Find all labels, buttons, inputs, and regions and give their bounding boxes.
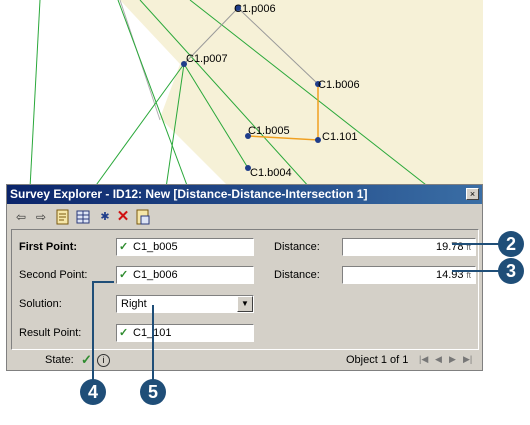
callout-4: 4 bbox=[80, 379, 106, 405]
solution-dropdown[interactable]: Right ▼ bbox=[116, 295, 254, 313]
point-101-label: C1.101 bbox=[322, 131, 357, 143]
point-b006-label: C1.b006 bbox=[318, 79, 360, 91]
close-button[interactable]: × bbox=[466, 188, 479, 200]
dialog-titlebar[interactable]: Survey Explorer - ID12: New [Distance-Di… bbox=[7, 185, 482, 204]
callout-3-leader bbox=[452, 270, 502, 272]
previous-record-icon[interactable]: ◀ bbox=[435, 354, 442, 365]
first-point-field[interactable]: ✓ C1_b005 bbox=[116, 238, 254, 256]
dialog-title: Survey Explorer - ID12: New [Distance-Di… bbox=[10, 187, 368, 201]
distance2-unit: ft bbox=[466, 271, 471, 280]
first-point-label: First Point: bbox=[19, 241, 78, 253]
survey-explorer-dialog: Survey Explorer - ID12: New [Distance-Di… bbox=[6, 184, 483, 371]
check-icon: ✓ bbox=[119, 327, 129, 339]
distance1-label: Distance: bbox=[274, 241, 320, 253]
second-point-value: C1_b006 bbox=[133, 269, 178, 281]
check-icon: ✓ bbox=[119, 269, 129, 281]
delete-icon[interactable]: ✕ bbox=[115, 209, 131, 225]
properties-icon[interactable] bbox=[135, 209, 151, 225]
distance1-field[interactable]: 19.78 ft bbox=[342, 238, 476, 256]
object-counter: Object 1 of 1 bbox=[346, 354, 409, 366]
new-point-icon[interactable]: ✱ bbox=[97, 209, 113, 225]
distance2-label: Distance: bbox=[274, 269, 320, 281]
second-point-field[interactable]: ✓ C1_b006 bbox=[116, 266, 254, 284]
point-p007-label: C1.p007 bbox=[186, 53, 228, 65]
status-bar: State: ✓ i Object 1 of 1 |◀ ◀ ▶ ▶| bbox=[11, 352, 479, 369]
edit-document-icon[interactable] bbox=[55, 209, 71, 225]
solution-label: Solution: bbox=[19, 298, 62, 310]
point-p006-label: C1.p006 bbox=[234, 3, 276, 15]
info-icon[interactable]: i bbox=[97, 354, 110, 367]
point-101-marker[interactable] bbox=[315, 137, 321, 143]
first-point-value: C1_b005 bbox=[133, 241, 178, 253]
callout-4-leader bbox=[92, 281, 94, 381]
check-icon: ✓ bbox=[119, 241, 129, 253]
solution-value: Right bbox=[121, 298, 147, 310]
callout-2-leader bbox=[452, 243, 502, 245]
second-point-label: Second Point: bbox=[19, 269, 88, 281]
state-label: State: bbox=[45, 354, 74, 366]
first-record-icon[interactable]: |◀ bbox=[419, 354, 428, 365]
point-b005-label: C1.b005 bbox=[248, 125, 290, 137]
forward-arrow-icon[interactable]: ⇨ bbox=[33, 209, 49, 225]
dropdown-arrow-icon[interactable]: ▼ bbox=[237, 296, 253, 312]
distance2-field[interactable]: 14.93 ft bbox=[342, 266, 476, 284]
state-check-icon: ✓ bbox=[81, 352, 92, 367]
callout-5: 5 bbox=[140, 379, 166, 405]
next-record-icon[interactable]: ▶ bbox=[449, 354, 456, 365]
toolbar: ⇦ ⇨ ✱ ✕ bbox=[9, 206, 480, 228]
back-arrow-icon[interactable]: ⇦ bbox=[13, 209, 29, 225]
parameters-panel: First Point: ✓ C1_b005 Second Point: ✓ C1_… bbox=[11, 229, 479, 350]
result-point-field[interactable]: ✓C1_101 bbox=[116, 324, 254, 342]
map-canvas[interactable]: C1.p006 C1.p007 C1.b006 C1.b005 C1.101 C… bbox=[0, 0, 483, 188]
callout-4-leader bbox=[92, 281, 114, 283]
result-point-label: Result Point: bbox=[19, 327, 82, 339]
callout-5-leader bbox=[152, 305, 154, 382]
callout-3: 3 bbox=[498, 258, 524, 284]
last-record-icon[interactable]: ▶| bbox=[463, 354, 472, 365]
point-b004-label: C1.b004 bbox=[250, 167, 292, 179]
callout-2: 2 bbox=[498, 231, 524, 257]
grid-icon[interactable] bbox=[75, 209, 91, 225]
